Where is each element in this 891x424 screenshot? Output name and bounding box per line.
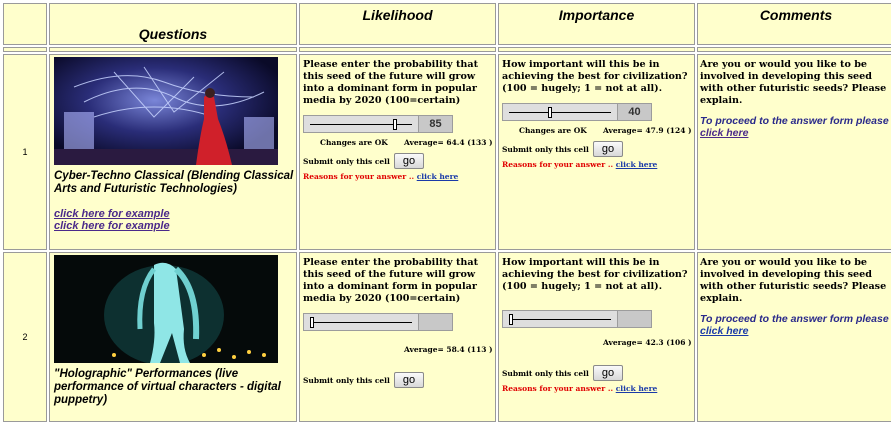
go-button[interactable]: go <box>393 372 425 388</box>
proceed-label: To proceed to the answer form please <box>700 115 889 127</box>
average-label: Average= 58.4 (113 ) <box>404 345 493 354</box>
importance-cell: How important will this be in achieving … <box>498 54 695 250</box>
submit-label: Submit only this cell <box>502 368 589 378</box>
average-label: Average= 47.9 (124 ) <box>603 126 692 135</box>
slider-track[interactable] <box>502 103 618 121</box>
comments-prompt: Are you or would you like to be involved… <box>700 59 887 106</box>
header-likelihood: Likelihood <box>299 3 496 45</box>
example-link[interactable]: click here for example <box>54 220 294 232</box>
slider-track[interactable] <box>502 310 618 328</box>
submit-label: Submit only this cell <box>303 156 390 166</box>
importance-slider[interactable] <box>502 310 694 328</box>
question-thumbnail[interactable] <box>54 57 278 165</box>
question-cell: "Holographic" Performances (live perform… <box>49 252 297 422</box>
question-row: 1 Cyber-Techno Classical (Blending Class… <box>3 54 891 250</box>
slider-track[interactable] <box>303 313 419 331</box>
slider-value <box>618 310 652 328</box>
go-button[interactable]: go <box>592 365 624 381</box>
slider-value: 40 <box>618 103 652 121</box>
header-comments: Comments <box>697 3 891 45</box>
slider-knob[interactable] <box>548 107 553 118</box>
comments-cell: Are you or would you like to be involved… <box>697 54 891 250</box>
submit-label: Submit only this cell <box>502 144 589 154</box>
reasons-link[interactable]: click here <box>417 172 459 181</box>
question-thumbnail[interactable] <box>54 255 278 363</box>
likelihood-prompt: Please enter the probability that this s… <box>303 257 479 304</box>
survey-table: Questions Likelihood Importance Comments… <box>1 1 891 424</box>
reasons-link[interactable]: click here <box>616 160 658 169</box>
likelihood-slider[interactable] <box>303 313 495 331</box>
go-button[interactable]: go <box>592 141 624 157</box>
likelihood-prompt: Please enter the probability that this s… <box>303 59 479 106</box>
proceed-label: To proceed to the answer form please <box>700 313 889 325</box>
average-label: Average= 42.3 (106 ) <box>603 338 692 347</box>
header-questions: Questions <box>49 3 297 45</box>
example-link[interactable]: click here for example <box>54 208 294 220</box>
average-label: Average= 64.4 (133 ) <box>404 138 493 147</box>
importance-prompt: How important will this be in achieving … <box>502 59 688 94</box>
row-number: 2 <box>3 252 47 422</box>
header-number <box>3 3 47 45</box>
importance-prompt: How important will this be in achieving … <box>502 257 688 292</box>
header-row: Questions Likelihood Importance Comments <box>3 3 891 45</box>
row-number: 1 <box>3 54 47 250</box>
comments-prompt: Are you or would you like to be involved… <box>700 257 887 304</box>
reasons-link[interactable]: click here <box>616 384 658 393</box>
question-title: "Holographic" Performances (live perform… <box>54 368 281 406</box>
slider-value <box>419 313 453 331</box>
slider-knob[interactable] <box>509 314 513 325</box>
importance-slider[interactable]: 40 <box>502 103 694 121</box>
importance-cell: How important will this be in achieving … <box>498 252 695 422</box>
slider-value: 85 <box>419 115 453 133</box>
reasons-label: Reasons for your answer .. <box>502 160 616 169</box>
changes-ok-label: Changes are OK <box>519 126 587 135</box>
comments-cell: Are you or would you like to be involved… <box>697 252 891 422</box>
slider-knob[interactable] <box>310 317 314 328</box>
likelihood-slider[interactable]: 85 <box>303 115 495 133</box>
question-cell: Cyber-Techno Classical (Blending Classic… <box>49 54 297 250</box>
reasons-label: Reasons for your answer .. <box>303 172 417 181</box>
header-importance: Importance <box>498 3 695 45</box>
spacer-row <box>3 47 891 52</box>
changes-ok-label: Changes are OK <box>320 138 388 147</box>
question-row: 2 "Holographic" Performances (live perfo… <box>3 252 891 422</box>
likelihood-cell: Please enter the probability that this s… <box>299 54 496 250</box>
slider-knob[interactable] <box>393 119 398 130</box>
submit-label: Submit only this cell <box>303 375 390 385</box>
question-title: Cyber-Techno Classical (Blending Classic… <box>54 170 294 195</box>
go-button[interactable]: go <box>393 153 425 169</box>
slider-track[interactable] <box>303 115 419 133</box>
answer-form-link[interactable]: click here <box>700 325 748 337</box>
likelihood-cell: Please enter the probability that this s… <box>299 252 496 422</box>
answer-form-link[interactable]: click here <box>700 127 748 139</box>
reasons-label: Reasons for your answer .. <box>502 384 616 393</box>
